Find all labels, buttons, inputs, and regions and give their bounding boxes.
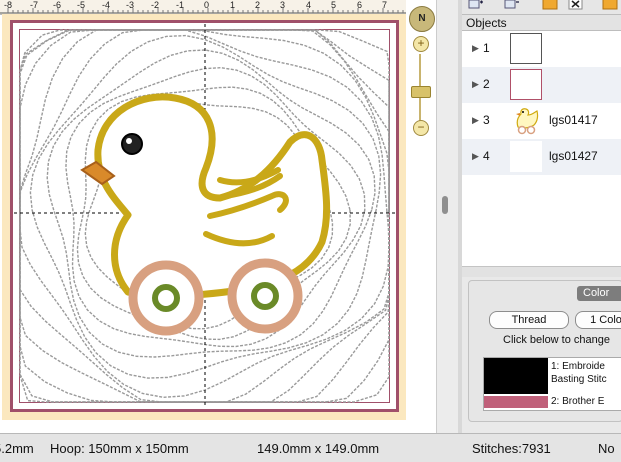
ruler-tick: -1: [176, 0, 185, 10]
object-row[interactable]: ▶ 1: [462, 31, 621, 67]
object-number: 3: [483, 113, 490, 127]
horizontal-ruler: -8 -7 -6 -5 -4 -3 -2 -1 0 1 2 3 4 5 6 7: [0, 0, 406, 15]
object-number: 4: [483, 149, 490, 163]
ruler-tick: -6: [53, 0, 62, 10]
thread-list[interactable]: 1: Embroide Basting Stitc 2: Brother E: [483, 357, 621, 411]
ruler-tick: -8: [4, 0, 13, 10]
object-name: lgs01427: [549, 149, 598, 163]
object-row[interactable]: ▶ 4 lgs01427: [462, 139, 621, 175]
object-thumbnail: [510, 141, 542, 172]
ruler-tick: -5: [77, 0, 86, 10]
folder-icon[interactable]: [542, 0, 558, 10]
object-name: lgs01417: [549, 113, 598, 127]
object-number: 1: [483, 41, 490, 55]
wheel-right: [227, 258, 303, 334]
folder-icon[interactable]: [602, 0, 618, 10]
scrollbar-thumb[interactable]: [442, 196, 448, 214]
stitch-count: Stitches:7931: [472, 441, 551, 456]
expand-triangle-icon[interactable]: ▶: [472, 115, 479, 126]
zoom-out-icon[interactable]: −: [413, 120, 429, 136]
click-instruction: Click below to change: [503, 334, 611, 346]
thread-label: 1: Embroide: [551, 361, 605, 372]
object-row[interactable]: ▶ 2: [462, 67, 621, 103]
duck-appliqué: [94, 93, 331, 300]
objects-panel-title: Objects: [462, 14, 621, 31]
ruler-tick: 3: [280, 0, 286, 10]
embroidery-design[interactable]: [10, 20, 399, 412]
zoom-slider-thumb[interactable]: [411, 86, 431, 98]
design-canvas[interactable]: -8 -7 -6 -5 -4 -3 -2 -1 0 1 2 3 4 5 6 7: [0, 0, 436, 433]
side-panel: Objects ▶ 1 ▶ 2 ▶ 3 lgs01417 ▶ 4 lgs0142…: [462, 0, 621, 433]
object-number: 2: [483, 77, 490, 91]
hoop-size: Hoop: 150mm x 150mm: [50, 441, 189, 456]
expand-triangle-icon[interactable]: ▶: [472, 79, 479, 90]
ruler-tick: 7: [382, 0, 388, 10]
vertical-scrollbar[interactable]: [436, 0, 459, 433]
thread-label: Basting Stitc: [551, 374, 607, 385]
ruler-tick: 5: [331, 0, 337, 10]
ruler-tick: 0: [204, 0, 210, 10]
remove-object-icon[interactable]: [504, 0, 520, 10]
ruler-tick: 2: [255, 0, 261, 10]
ruler-tick: 4: [306, 0, 312, 10]
expand-triangle-icon[interactable]: ▶: [472, 151, 479, 162]
ruler-tick: 6: [357, 0, 363, 10]
object-thumbnail: [510, 33, 542, 64]
status-extra: No: [598, 441, 615, 456]
view-navigator[interactable]: N + −: [406, 4, 436, 144]
objects-toolbar: [462, 0, 621, 14]
thread-button[interactable]: Thread: [489, 311, 569, 329]
ruler-tick: -3: [126, 0, 135, 10]
thread-swatch[interactable]: [484, 358, 548, 394]
objects-list[interactable]: ▶ 1 ▶ 2 ▶ 3 lgs01417 ▶ 4 lgs01427: [462, 31, 621, 266]
colors-button[interactable]: 1 Colo: [575, 311, 621, 329]
cursor-position: 5.2mm: [0, 441, 34, 456]
color-panel: Color Thread 1 Colo Click below to chang…: [468, 280, 621, 422]
object-thumbnail: [510, 69, 542, 100]
object-row[interactable]: ▶ 3 lgs01417: [462, 103, 621, 139]
expand-triangle-icon[interactable]: ▶: [472, 43, 479, 54]
tab-color[interactable]: Color: [577, 286, 621, 301]
thread-swatch[interactable]: [484, 396, 548, 408]
add-object-icon[interactable]: [468, 0, 484, 10]
compass-icon[interactable]: N: [409, 6, 435, 32]
thread-label: 2: Brother E: [551, 396, 605, 407]
close-icon[interactable]: [568, 0, 584, 10]
panel-resize-handle[interactable]: [462, 266, 621, 277]
ruler-tick: 1: [230, 0, 236, 10]
design-size: 149.0mm x 149.0mm: [257, 441, 380, 456]
status-bar: 5.2mm Hoop: 150mm x 150mm 149.0mm x 149.…: [0, 433, 621, 462]
wheel-left: [128, 260, 204, 336]
ruler-tick: -2: [151, 0, 160, 10]
ruler-tick: -7: [30, 0, 39, 10]
zoom-in-icon[interactable]: +: [413, 36, 429, 52]
duck-thumbnail-icon: [510, 105, 542, 136]
ruler-tick: -4: [102, 0, 111, 10]
